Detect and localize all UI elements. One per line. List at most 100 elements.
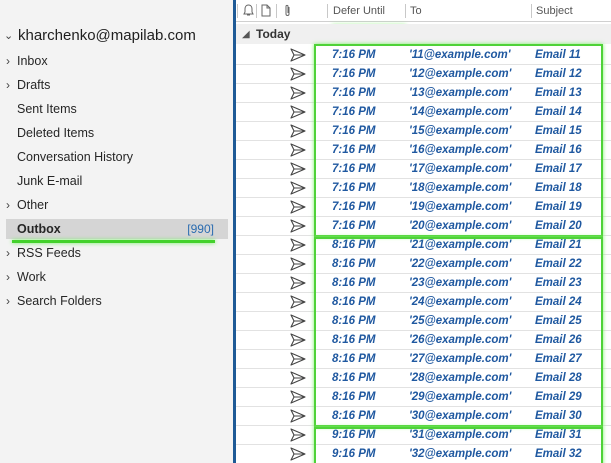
folder-item-conversation-history[interactable]: Conversation History <box>6 147 228 167</box>
subject-cell: Email 14 <box>535 106 582 118</box>
message-list: Defer Until To Subject ◢ Today 7:16 PM '1… <box>236 0 611 463</box>
group-header-today[interactable]: ◢ Today <box>236 24 611 44</box>
chevron-right-icon[interactable]: › <box>6 246 17 260</box>
message-row[interactable]: 7:16 PM '19@example.com' Email 19 <box>236 198 611 217</box>
message-row[interactable]: 7:16 PM '11@example.com' Email 11 <box>236 46 611 65</box>
column-defer-until[interactable]: Defer Until <box>333 5 385 17</box>
to-cell: '11@example.com' <box>409 49 511 61</box>
defer-until-cell: 7:16 PM <box>332 182 376 194</box>
message-row[interactable]: 7:16 PM '18@example.com' Email 18 <box>236 179 611 198</box>
column-separator[interactable] <box>327 4 328 18</box>
message-row[interactable]: 8:16 PM '30@example.com' Email 30 <box>236 407 611 426</box>
defer-until-cell: 8:16 PM <box>332 277 376 289</box>
folder-label: Sent Items <box>17 102 77 116</box>
folder-item-inbox[interactable]: › Inbox <box>6 51 228 71</box>
subject-cell: Email 30 <box>535 410 582 422</box>
folder-label: Conversation History <box>17 150 134 164</box>
message-row[interactable]: 7:16 PM '13@example.com' Email 13 <box>236 84 611 103</box>
folder-label: RSS Feeds <box>17 246 81 260</box>
send-icon <box>290 390 306 404</box>
to-cell: '19@example.com' <box>409 201 512 213</box>
subject-cell: Email 20 <box>535 220 582 232</box>
to-cell: '14@example.com' <box>409 106 512 118</box>
folder-item-outbox[interactable]: Outbox [990] <box>6 219 228 239</box>
send-icon <box>290 143 306 157</box>
to-cell: '20@example.com' <box>409 220 512 232</box>
to-cell: '13@example.com' <box>409 87 512 99</box>
message-row[interactable]: 7:16 PM '20@example.com' Email 20 <box>236 217 611 236</box>
send-icon <box>290 371 306 385</box>
defer-until-cell: 7:16 PM <box>332 201 376 213</box>
column-separator[interactable] <box>237 4 238 18</box>
message-row[interactable]: 9:16 PM '31@example.com' Email 31 <box>236 426 611 445</box>
subject-cell: Email 31 <box>535 429 582 441</box>
column-separator[interactable] <box>405 4 406 18</box>
subject-cell: Email 26 <box>535 334 582 346</box>
column-subject[interactable]: Subject <box>536 5 573 17</box>
message-row[interactable]: 8:16 PM '21@example.com' Email 21 <box>236 236 611 255</box>
account-header[interactable]: ⌄ kharchenko@mapilab.com <box>4 27 196 44</box>
message-row[interactable]: 8:16 PM '23@example.com' Email 23 <box>236 274 611 293</box>
message-row[interactable]: 8:16 PM '25@example.com' Email 25 <box>236 312 611 331</box>
chevron-right-icon[interactable]: › <box>6 78 17 92</box>
subject-cell: Email 32 <box>535 448 582 460</box>
message-row[interactable]: 7:16 PM '12@example.com' Email 12 <box>236 65 611 84</box>
column-separator[interactable] <box>256 4 257 18</box>
send-icon <box>290 67 306 81</box>
message-row[interactable]: 8:16 PM '26@example.com' Email 26 <box>236 331 611 350</box>
folder-label: Search Folders <box>17 294 102 308</box>
folder-label: Junk E-mail <box>17 174 83 188</box>
group-label: Today <box>256 27 291 41</box>
message-row[interactable]: 7:16 PM '16@example.com' Email 16 <box>236 141 611 160</box>
message-row[interactable]: 7:16 PM '14@example.com' Email 14 <box>236 103 611 122</box>
chevron-right-icon[interactable]: › <box>6 294 17 308</box>
to-cell: '29@example.com' <box>409 391 512 403</box>
defer-until-cell: 7:16 PM <box>332 220 376 232</box>
message-row[interactable]: 7:16 PM '15@example.com' Email 15 <box>236 122 611 141</box>
send-icon <box>290 86 306 100</box>
message-row[interactable]: 9:16 PM '32@example.com' Email 32 <box>236 445 611 463</box>
to-cell: '15@example.com' <box>409 125 512 137</box>
folder-item-work[interactable]: › Work <box>6 267 228 287</box>
to-cell: '21@example.com' <box>409 239 512 251</box>
message-row[interactable]: 8:16 PM '22@example.com' Email 22 <box>236 255 611 274</box>
paperclip-icon[interactable] <box>283 4 292 17</box>
send-icon <box>290 124 306 138</box>
column-separator[interactable] <box>531 4 532 18</box>
folder-item-search-folders[interactable]: › Search Folders <box>6 291 228 311</box>
chevron-right-icon[interactable]: › <box>6 270 17 284</box>
to-cell: '30@example.com' <box>409 410 512 422</box>
defer-until-cell: 8:16 PM <box>332 372 376 384</box>
subject-cell: Email 21 <box>535 239 582 251</box>
to-cell: '31@example.com' <box>409 429 512 441</box>
message-row[interactable]: 8:16 PM '27@example.com' Email 27 <box>236 350 611 369</box>
send-icon <box>290 257 306 271</box>
column-to[interactable]: To <box>410 5 422 17</box>
subject-cell: Email 15 <box>535 125 582 137</box>
document-icon[interactable] <box>261 4 271 17</box>
folder-item-rss-feeds[interactable]: › RSS Feeds <box>6 243 228 263</box>
message-row[interactable]: 7:16 PM '17@example.com' Email 17 <box>236 160 611 179</box>
collapse-triangle-icon[interactable]: ◢ <box>236 29 256 40</box>
subject-cell: Email 24 <box>535 296 582 308</box>
message-row[interactable]: 8:16 PM '24@example.com' Email 24 <box>236 293 611 312</box>
folder-item-other[interactable]: › Other <box>6 195 228 215</box>
folder-item-drafts[interactable]: › Drafts <box>6 75 228 95</box>
message-row[interactable]: 8:16 PM '29@example.com' Email 29 <box>236 388 611 407</box>
defer-until-cell: 7:16 PM <box>332 87 376 99</box>
defer-until-cell: 8:16 PM <box>332 334 376 346</box>
message-row[interactable]: 8:16 PM '28@example.com' Email 28 <box>236 369 611 388</box>
to-cell: '16@example.com' <box>409 144 512 156</box>
send-icon <box>290 295 306 309</box>
subject-cell: Email 19 <box>535 201 582 213</box>
chevron-right-icon[interactable]: › <box>6 54 17 68</box>
folder-item-sent-items[interactable]: Sent Items <box>6 99 228 119</box>
subject-cell: Email 29 <box>535 391 582 403</box>
column-separator[interactable] <box>276 4 277 18</box>
folder-label: Drafts <box>17 78 51 92</box>
chevron-down-icon: ⌄ <box>4 30 14 42</box>
folder-item-deleted-items[interactable]: Deleted Items <box>6 123 228 143</box>
bell-icon[interactable] <box>243 4 254 17</box>
chevron-right-icon[interactable]: › <box>6 198 17 212</box>
folder-item-junk-e-mail[interactable]: Junk E-mail <box>6 171 228 191</box>
